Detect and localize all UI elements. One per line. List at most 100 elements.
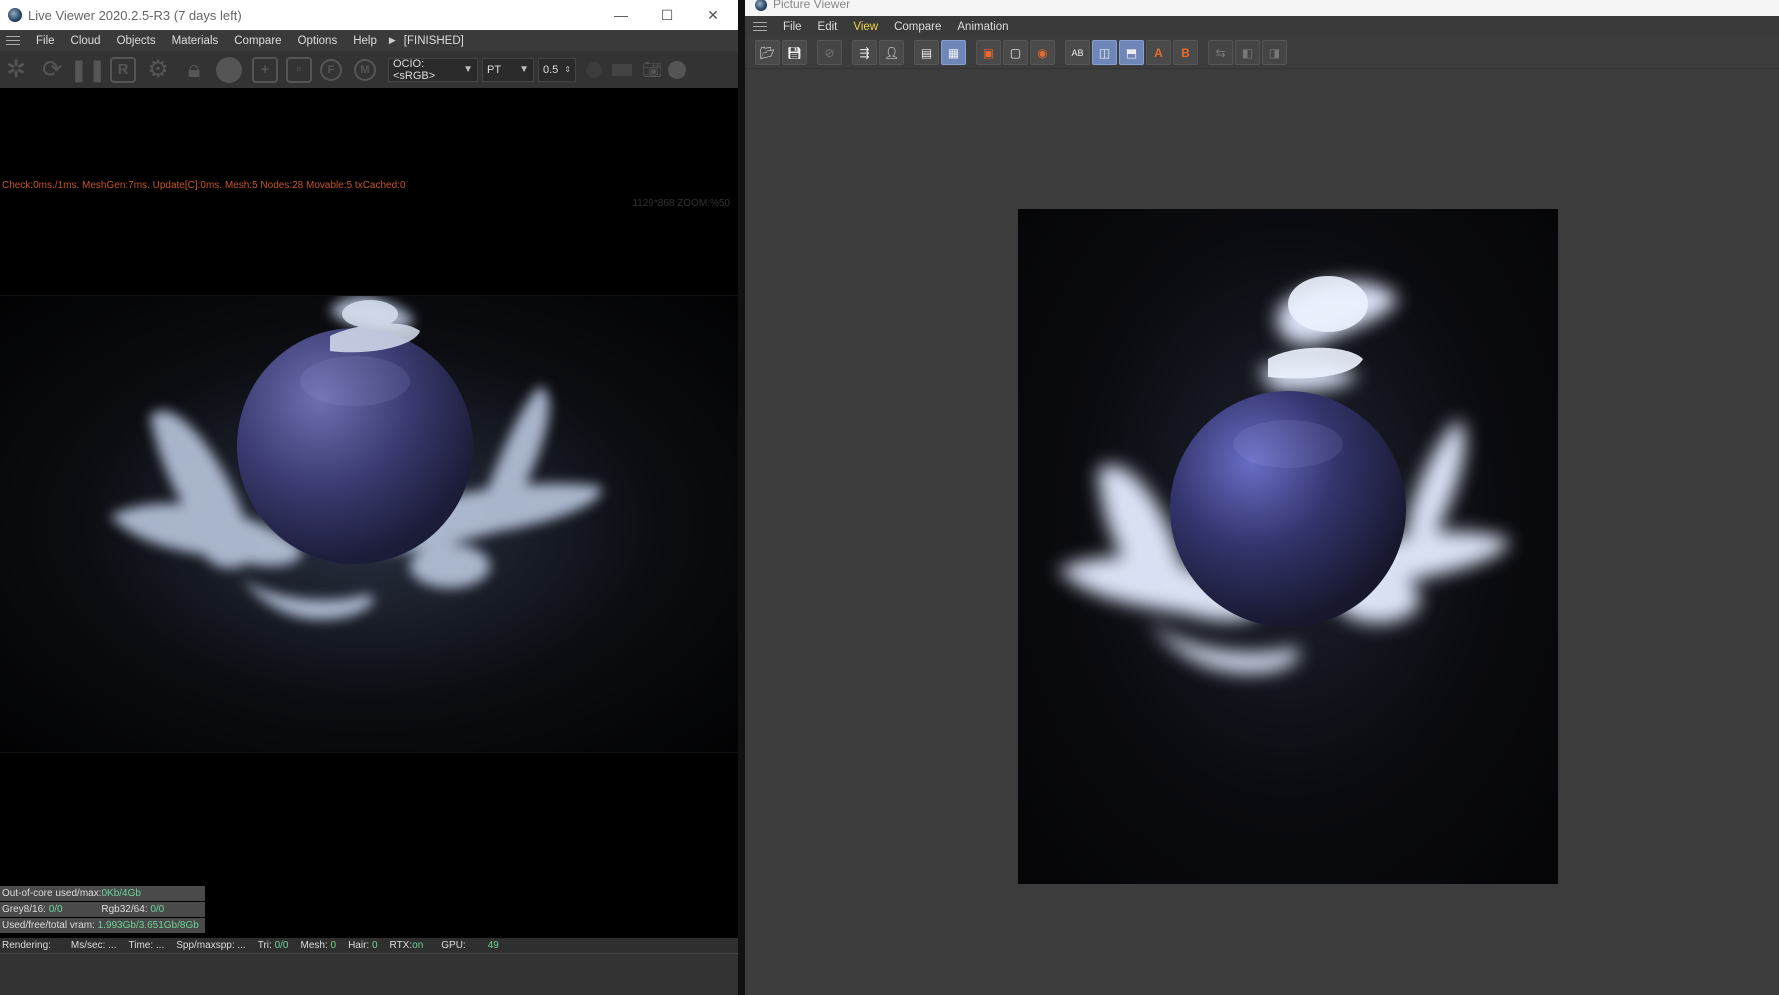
render-all-icon[interactable]: ◉ xyxy=(1030,40,1055,65)
material-picker-icon[interactable]: M xyxy=(354,58,376,81)
render-scene-illustration xyxy=(110,295,602,620)
add-to-history-icon[interactable]: ⇶ xyxy=(852,40,877,65)
picture-viewer-toolbar: 📂︎ 💾︎ ⊘ ⇶ 👤︎ ▤ ▦ ▣ ▢ ◉ AB ◫ ⬒ A B ⇆ ◧ ◨ xyxy=(745,37,1779,69)
camera-icon[interactable]: 📷︎ xyxy=(642,56,662,84)
settings-gear-icon[interactable]: ⚙ xyxy=(144,56,172,84)
swap-ab-icon[interactable]: ⇆ xyxy=(1208,40,1233,65)
sphere-icon[interactable] xyxy=(216,56,242,83)
save-as-icon[interactable]: 💾︎ xyxy=(782,40,807,65)
difference-icon[interactable]: ◧ xyxy=(1235,40,1260,65)
live-viewer-toolbar: ✲ ⟳ ❚❚ R ⚙ 🔒︎ + ▫ F M OCIO:<sRGB> ▼ PT ▼… xyxy=(0,51,738,88)
pv-menu-edit[interactable]: Edit xyxy=(810,21,846,33)
hamburger-menu-icon[interactable] xyxy=(753,22,767,31)
rgb-label: Rgb32/64: xyxy=(101,904,148,915)
ab-compare-icon[interactable]: AB xyxy=(1065,40,1090,65)
gpu-readout: GPU: 49 xyxy=(439,938,499,953)
copy-image-icon[interactable]: ▤ xyxy=(914,40,939,65)
value-stepper[interactable]: 0.5 ⇕ xyxy=(538,57,576,82)
vram-value: 1.993Gb/3.651Gb/8Gb xyxy=(97,920,199,931)
maximize-button[interactable]: ☐ xyxy=(644,0,690,30)
menu-objects[interactable]: Objects xyxy=(109,35,164,47)
live-render-image[interactable] xyxy=(0,295,738,753)
vram-info: Used/free/total vram: 1.993Gb/3.651Gb/8G… xyxy=(0,918,205,933)
set-a-icon[interactable]: A xyxy=(1146,40,1171,65)
rendering-label: Rendering: xyxy=(2,940,51,951)
rtx-readout: RTX:on xyxy=(390,938,424,953)
menu-cloud[interactable]: Cloud xyxy=(63,35,109,47)
lock-icon[interactable]: 🔒︎ xyxy=(180,56,208,84)
dim-circle-icon[interactable] xyxy=(586,61,602,78)
value-stepper-value: 0.5 xyxy=(543,63,559,76)
cinema4d-logo-icon xyxy=(755,0,767,11)
menu-file[interactable]: File xyxy=(28,35,63,47)
out-of-core-info: Out-of-core used/max:0Kb/4Gb xyxy=(0,886,205,901)
pv-menu-animation[interactable]: Animation xyxy=(949,21,1016,33)
picture-viewer-image[interactable] xyxy=(1018,209,1558,884)
texture-info: Grey8/16: 0/0 Rgb32/64: 0/0 xyxy=(0,902,205,917)
render-status-flag: [FINISHED] xyxy=(403,34,464,47)
picture-viewer-menubar: File Edit View Compare Animation xyxy=(745,16,1779,37)
pv-menu-view[interactable]: View xyxy=(845,21,886,33)
kernel-mode-value: PT xyxy=(487,63,502,76)
set-b-label: B xyxy=(1181,45,1190,60)
live-viewer-bottom-panel xyxy=(0,953,738,995)
pause-icon[interactable]: ❚❚ xyxy=(70,56,107,84)
arrow-right-icon: ▶ xyxy=(388,35,396,45)
region-render-icon[interactable]: R xyxy=(110,56,136,83)
time-readout: Time: ... xyxy=(128,940,165,951)
chevron-down-icon: ▼ xyxy=(519,64,529,75)
picture-viewer-titlebar: Picture Viewer xyxy=(745,0,1779,16)
stop-render-icon[interactable]: ⊘ xyxy=(817,40,842,65)
render-region-icon[interactable]: ▢ xyxy=(1003,40,1028,65)
grey-value: 0/0 xyxy=(48,904,63,915)
stats-line: Check:0ms./1ms. MeshGen:7ms. Update[C]:0… xyxy=(2,180,406,191)
stepper-arrows-icon[interactable]: ⇕ xyxy=(560,65,571,74)
menu-help[interactable]: Help xyxy=(345,35,385,47)
split-vertical-icon[interactable]: ⬒ xyxy=(1119,40,1144,65)
film-icon[interactable] xyxy=(612,63,632,76)
pv-menu-file[interactable]: File xyxy=(775,21,810,33)
send-scene-icon[interactable]: ✲ xyxy=(2,56,30,84)
rtx-label: RTX: xyxy=(389,940,413,951)
send-to-user-icon[interactable]: 👤︎ xyxy=(879,40,904,65)
menu-compare[interactable]: Compare xyxy=(226,35,289,47)
mesh-label: Mesh: xyxy=(300,940,328,951)
live-viewer-statusbar: Rendering: Ms/sec: ... Time: ... Spp/max… xyxy=(0,938,738,953)
focus-picker-icon[interactable]: F xyxy=(320,58,342,81)
mesh-readout: Mesh: 0 xyxy=(300,938,336,953)
ocio-select[interactable]: OCIO:<sRGB> ▼ xyxy=(388,57,478,82)
set-b-icon[interactable]: B xyxy=(1173,40,1198,65)
pv-menu-compare[interactable]: Compare xyxy=(886,21,949,33)
final-render-illustration xyxy=(1058,276,1509,674)
mesh-value: 0 xyxy=(330,940,337,951)
cinema4d-logo-icon xyxy=(8,8,22,22)
gpu-label: GPU: xyxy=(441,940,466,951)
chevron-down-icon: ▼ xyxy=(463,64,473,75)
split-horizontal-icon[interactable]: ◫ xyxy=(1092,40,1117,65)
close-button[interactable]: ✕ xyxy=(690,0,736,30)
live-viewer-title: Live Viewer 2020.2.5-R3 (7 days left) xyxy=(28,7,242,23)
menu-materials[interactable]: Materials xyxy=(164,35,227,47)
out-of-core-label: Out-of-core used/max: xyxy=(2,888,102,899)
tri-value: 0/0 xyxy=(274,940,289,951)
render-view-icon[interactable]: ▣ xyxy=(976,40,1001,65)
clay-box-icon[interactable]: ▫ xyxy=(286,56,312,83)
minimize-button[interactable]: — xyxy=(598,0,644,30)
environment-icon[interactable] xyxy=(668,60,686,79)
overlay-icon[interactable]: ◨ xyxy=(1262,40,1287,65)
add-box-icon[interactable]: + xyxy=(252,56,278,83)
open-file-icon[interactable]: 📂︎ xyxy=(755,40,780,65)
tri-label: Tri: xyxy=(257,940,272,951)
tri-readout: Tri: 0/0 xyxy=(258,938,289,953)
live-viewer-window: Live Viewer 2020.2.5-R3 (7 days left) — … xyxy=(0,0,738,995)
hamburger-menu-icon[interactable] xyxy=(6,36,20,45)
rtx-value: on xyxy=(412,940,424,951)
ocio-select-value: OCIO:<sRGB> xyxy=(393,57,436,82)
refresh-icon[interactable]: ⟳ xyxy=(38,56,66,84)
live-viewer-titlebar: Live Viewer 2020.2.5-R3 (7 days left) — … xyxy=(0,0,738,30)
kernel-mode-select[interactable]: PT ▼ xyxy=(482,57,534,82)
paste-image-icon[interactable]: ▦ xyxy=(941,40,966,65)
menu-options[interactable]: Options xyxy=(290,35,346,47)
zoom-readout: 1129*868 ZOOM:%50 xyxy=(632,198,730,209)
vram-label: Used/free/total vram: xyxy=(2,920,95,931)
